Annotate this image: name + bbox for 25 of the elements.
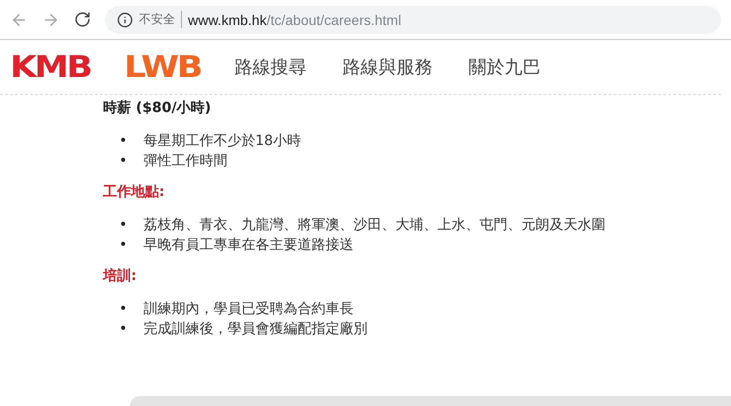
list-item: 荔枝角、青衣、九龍灣、將軍澳、沙田、大埔、上水、屯門、元朗及天水圍: [143, 216, 606, 235]
section-heading: 培訓:: [103, 267, 138, 285]
security-label: 不安全: [139, 11, 182, 28]
list-item: 彈性工作時間: [143, 152, 228, 171]
bullet: •: [119, 152, 128, 171]
list-item: 完成訓練後，學員會獲編配指定廠別: [143, 320, 368, 339]
logo[interactable]: KMB: [10, 50, 90, 84]
bullet: •: [119, 236, 128, 255]
bullet: •: [119, 132, 128, 151]
section-heading: 工作地點:: [103, 183, 166, 201]
reload-button[interactable]: [74, 11, 91, 28]
address-bar[interactable]: 不安全 www.kmb.hk/tc/about/careers.html: [105, 6, 721, 34]
nav-link[interactable]: 關於九巴: [468, 55, 541, 79]
bullet: •: [119, 216, 128, 235]
list-item: 早晚有員工專車在各主要道路接送: [143, 236, 354, 255]
info-icon[interactable]: [117, 12, 133, 28]
section-heading: 時薪 ($80/小時): [103, 99, 212, 117]
url-path: /tc/about/careers.html: [266, 12, 402, 28]
url-host: www.kmb.hk: [188, 12, 267, 28]
bullet: •: [119, 320, 128, 339]
list-item: 訓練期內，學員已受聘為合約車長: [143, 300, 354, 319]
bullet: •: [119, 300, 128, 319]
list-item: 每星期工作不少於18小時: [143, 132, 302, 151]
nav-link[interactable]: 路線搜尋: [234, 55, 307, 79]
nav-link[interactable]: 路線與服務: [342, 55, 433, 79]
